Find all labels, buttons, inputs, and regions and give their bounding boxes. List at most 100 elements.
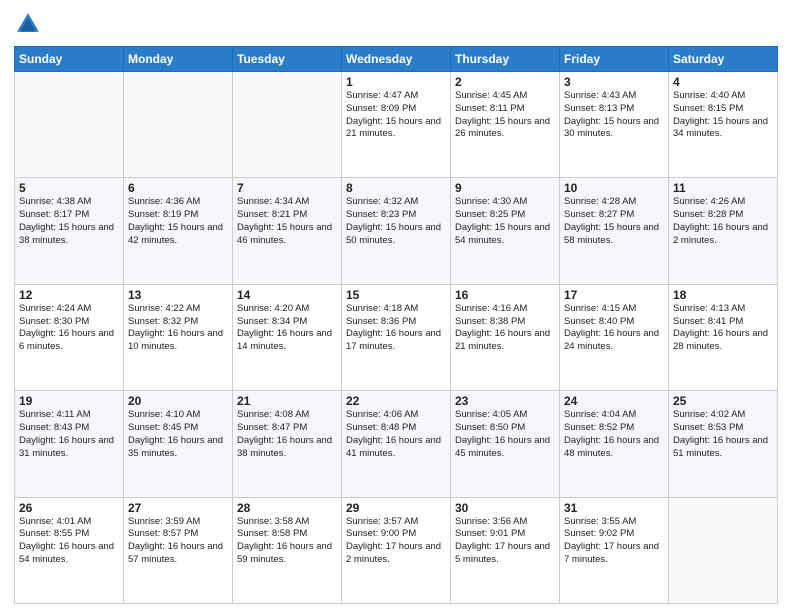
logo-icon [14, 10, 42, 38]
day-info: Sunrise: 3:59 AM Sunset: 8:57 PM Dayligh… [128, 516, 228, 567]
day-info: Sunrise: 4:16 AM Sunset: 8:38 PM Dayligh… [455, 303, 555, 354]
day-info: Sunrise: 4:02 AM Sunset: 8:53 PM Dayligh… [673, 409, 773, 460]
day-number: 12 [19, 288, 119, 302]
day-number: 25 [673, 394, 773, 408]
weekday-header-monday: Monday [124, 47, 233, 72]
day-info: Sunrise: 3:55 AM Sunset: 9:02 PM Dayligh… [564, 516, 664, 567]
calendar-day-cell: 31Sunrise: 3:55 AM Sunset: 9:02 PM Dayli… [560, 497, 669, 603]
day-number: 10 [564, 181, 664, 195]
calendar-day-cell: 26Sunrise: 4:01 AM Sunset: 8:55 PM Dayli… [15, 497, 124, 603]
day-info: Sunrise: 4:47 AM Sunset: 8:09 PM Dayligh… [346, 90, 446, 141]
calendar-day-cell: 4Sunrise: 4:40 AM Sunset: 8:15 PM Daylig… [669, 72, 778, 178]
calendar-day-cell: 2Sunrise: 4:45 AM Sunset: 8:11 PM Daylig… [451, 72, 560, 178]
day-number: 24 [564, 394, 664, 408]
day-number: 15 [346, 288, 446, 302]
day-number: 29 [346, 501, 446, 515]
day-info: Sunrise: 3:58 AM Sunset: 8:58 PM Dayligh… [237, 516, 337, 567]
calendar-week-row: 1Sunrise: 4:47 AM Sunset: 8:09 PM Daylig… [15, 72, 778, 178]
day-number: 30 [455, 501, 555, 515]
calendar-day-cell [15, 72, 124, 178]
calendar-day-cell: 7Sunrise: 4:34 AM Sunset: 8:21 PM Daylig… [233, 178, 342, 284]
calendar-day-cell: 27Sunrise: 3:59 AM Sunset: 8:57 PM Dayli… [124, 497, 233, 603]
day-info: Sunrise: 4:04 AM Sunset: 8:52 PM Dayligh… [564, 409, 664, 460]
day-info: Sunrise: 4:18 AM Sunset: 8:36 PM Dayligh… [346, 303, 446, 354]
day-number: 13 [128, 288, 228, 302]
calendar-day-cell [124, 72, 233, 178]
calendar-day-cell: 9Sunrise: 4:30 AM Sunset: 8:25 PM Daylig… [451, 178, 560, 284]
day-number: 27 [128, 501, 228, 515]
calendar-day-cell: 8Sunrise: 4:32 AM Sunset: 8:23 PM Daylig… [342, 178, 451, 284]
day-number: 16 [455, 288, 555, 302]
calendar-day-cell: 18Sunrise: 4:13 AM Sunset: 8:41 PM Dayli… [669, 284, 778, 390]
day-number: 7 [237, 181, 337, 195]
day-info: Sunrise: 4:24 AM Sunset: 8:30 PM Dayligh… [19, 303, 119, 354]
calendar-day-cell: 19Sunrise: 4:11 AM Sunset: 8:43 PM Dayli… [15, 391, 124, 497]
logo [14, 10, 46, 38]
day-number: 14 [237, 288, 337, 302]
weekday-header-saturday: Saturday [669, 47, 778, 72]
calendar-day-cell: 6Sunrise: 4:36 AM Sunset: 8:19 PM Daylig… [124, 178, 233, 284]
day-info: Sunrise: 3:57 AM Sunset: 9:00 PM Dayligh… [346, 516, 446, 567]
day-info: Sunrise: 4:13 AM Sunset: 8:41 PM Dayligh… [673, 303, 773, 354]
calendar-day-cell: 22Sunrise: 4:06 AM Sunset: 8:48 PM Dayli… [342, 391, 451, 497]
weekday-header-sunday: Sunday [15, 47, 124, 72]
day-info: Sunrise: 4:05 AM Sunset: 8:50 PM Dayligh… [455, 409, 555, 460]
day-number: 17 [564, 288, 664, 302]
day-info: Sunrise: 4:28 AM Sunset: 8:27 PM Dayligh… [564, 196, 664, 247]
day-info: Sunrise: 4:32 AM Sunset: 8:23 PM Dayligh… [346, 196, 446, 247]
calendar-day-cell: 12Sunrise: 4:24 AM Sunset: 8:30 PM Dayli… [15, 284, 124, 390]
day-number: 8 [346, 181, 446, 195]
day-number: 22 [346, 394, 446, 408]
calendar-day-cell: 21Sunrise: 4:08 AM Sunset: 8:47 PM Dayli… [233, 391, 342, 497]
day-number: 18 [673, 288, 773, 302]
calendar-day-cell: 30Sunrise: 3:56 AM Sunset: 9:01 PM Dayli… [451, 497, 560, 603]
day-number: 6 [128, 181, 228, 195]
calendar-week-row: 19Sunrise: 4:11 AM Sunset: 8:43 PM Dayli… [15, 391, 778, 497]
day-info: Sunrise: 4:40 AM Sunset: 8:15 PM Dayligh… [673, 90, 773, 141]
day-info: Sunrise: 4:20 AM Sunset: 8:34 PM Dayligh… [237, 303, 337, 354]
day-info: Sunrise: 4:38 AM Sunset: 8:17 PM Dayligh… [19, 196, 119, 247]
weekday-header-wednesday: Wednesday [342, 47, 451, 72]
calendar-day-cell: 16Sunrise: 4:16 AM Sunset: 8:38 PM Dayli… [451, 284, 560, 390]
day-info: Sunrise: 4:22 AM Sunset: 8:32 PM Dayligh… [128, 303, 228, 354]
day-number: 31 [564, 501, 664, 515]
calendar-day-cell: 29Sunrise: 3:57 AM Sunset: 9:00 PM Dayli… [342, 497, 451, 603]
calendar-day-cell: 1Sunrise: 4:47 AM Sunset: 8:09 PM Daylig… [342, 72, 451, 178]
day-info: Sunrise: 4:34 AM Sunset: 8:21 PM Dayligh… [237, 196, 337, 247]
day-info: Sunrise: 3:56 AM Sunset: 9:01 PM Dayligh… [455, 516, 555, 567]
calendar-day-cell: 3Sunrise: 4:43 AM Sunset: 8:13 PM Daylig… [560, 72, 669, 178]
day-number: 19 [19, 394, 119, 408]
calendar-header-row: SundayMondayTuesdayWednesdayThursdayFrid… [15, 47, 778, 72]
weekday-header-thursday: Thursday [451, 47, 560, 72]
calendar-day-cell: 13Sunrise: 4:22 AM Sunset: 8:32 PM Dayli… [124, 284, 233, 390]
day-number: 11 [673, 181, 773, 195]
calendar-day-cell: 14Sunrise: 4:20 AM Sunset: 8:34 PM Dayli… [233, 284, 342, 390]
day-info: Sunrise: 4:36 AM Sunset: 8:19 PM Dayligh… [128, 196, 228, 247]
calendar-day-cell: 15Sunrise: 4:18 AM Sunset: 8:36 PM Dayli… [342, 284, 451, 390]
day-number: 9 [455, 181, 555, 195]
day-number: 23 [455, 394, 555, 408]
calendar-day-cell: 28Sunrise: 3:58 AM Sunset: 8:58 PM Dayli… [233, 497, 342, 603]
day-info: Sunrise: 4:15 AM Sunset: 8:40 PM Dayligh… [564, 303, 664, 354]
header [14, 10, 778, 38]
day-info: Sunrise: 4:08 AM Sunset: 8:47 PM Dayligh… [237, 409, 337, 460]
day-number: 1 [346, 75, 446, 89]
day-info: Sunrise: 4:45 AM Sunset: 8:11 PM Dayligh… [455, 90, 555, 141]
day-info: Sunrise: 4:30 AM Sunset: 8:25 PM Dayligh… [455, 196, 555, 247]
day-number: 21 [237, 394, 337, 408]
calendar-week-row: 26Sunrise: 4:01 AM Sunset: 8:55 PM Dayli… [15, 497, 778, 603]
calendar-day-cell: 23Sunrise: 4:05 AM Sunset: 8:50 PM Dayli… [451, 391, 560, 497]
day-number: 28 [237, 501, 337, 515]
day-info: Sunrise: 4:10 AM Sunset: 8:45 PM Dayligh… [128, 409, 228, 460]
calendar-week-row: 5Sunrise: 4:38 AM Sunset: 8:17 PM Daylig… [15, 178, 778, 284]
day-number: 5 [19, 181, 119, 195]
day-info: Sunrise: 4:43 AM Sunset: 8:13 PM Dayligh… [564, 90, 664, 141]
calendar-week-row: 12Sunrise: 4:24 AM Sunset: 8:30 PM Dayli… [15, 284, 778, 390]
day-number: 26 [19, 501, 119, 515]
day-info: Sunrise: 4:06 AM Sunset: 8:48 PM Dayligh… [346, 409, 446, 460]
calendar-day-cell [233, 72, 342, 178]
day-info: Sunrise: 4:26 AM Sunset: 8:28 PM Dayligh… [673, 196, 773, 247]
calendar-day-cell [669, 497, 778, 603]
calendar-table: SundayMondayTuesdayWednesdayThursdayFrid… [14, 46, 778, 604]
calendar-day-cell: 5Sunrise: 4:38 AM Sunset: 8:17 PM Daylig… [15, 178, 124, 284]
